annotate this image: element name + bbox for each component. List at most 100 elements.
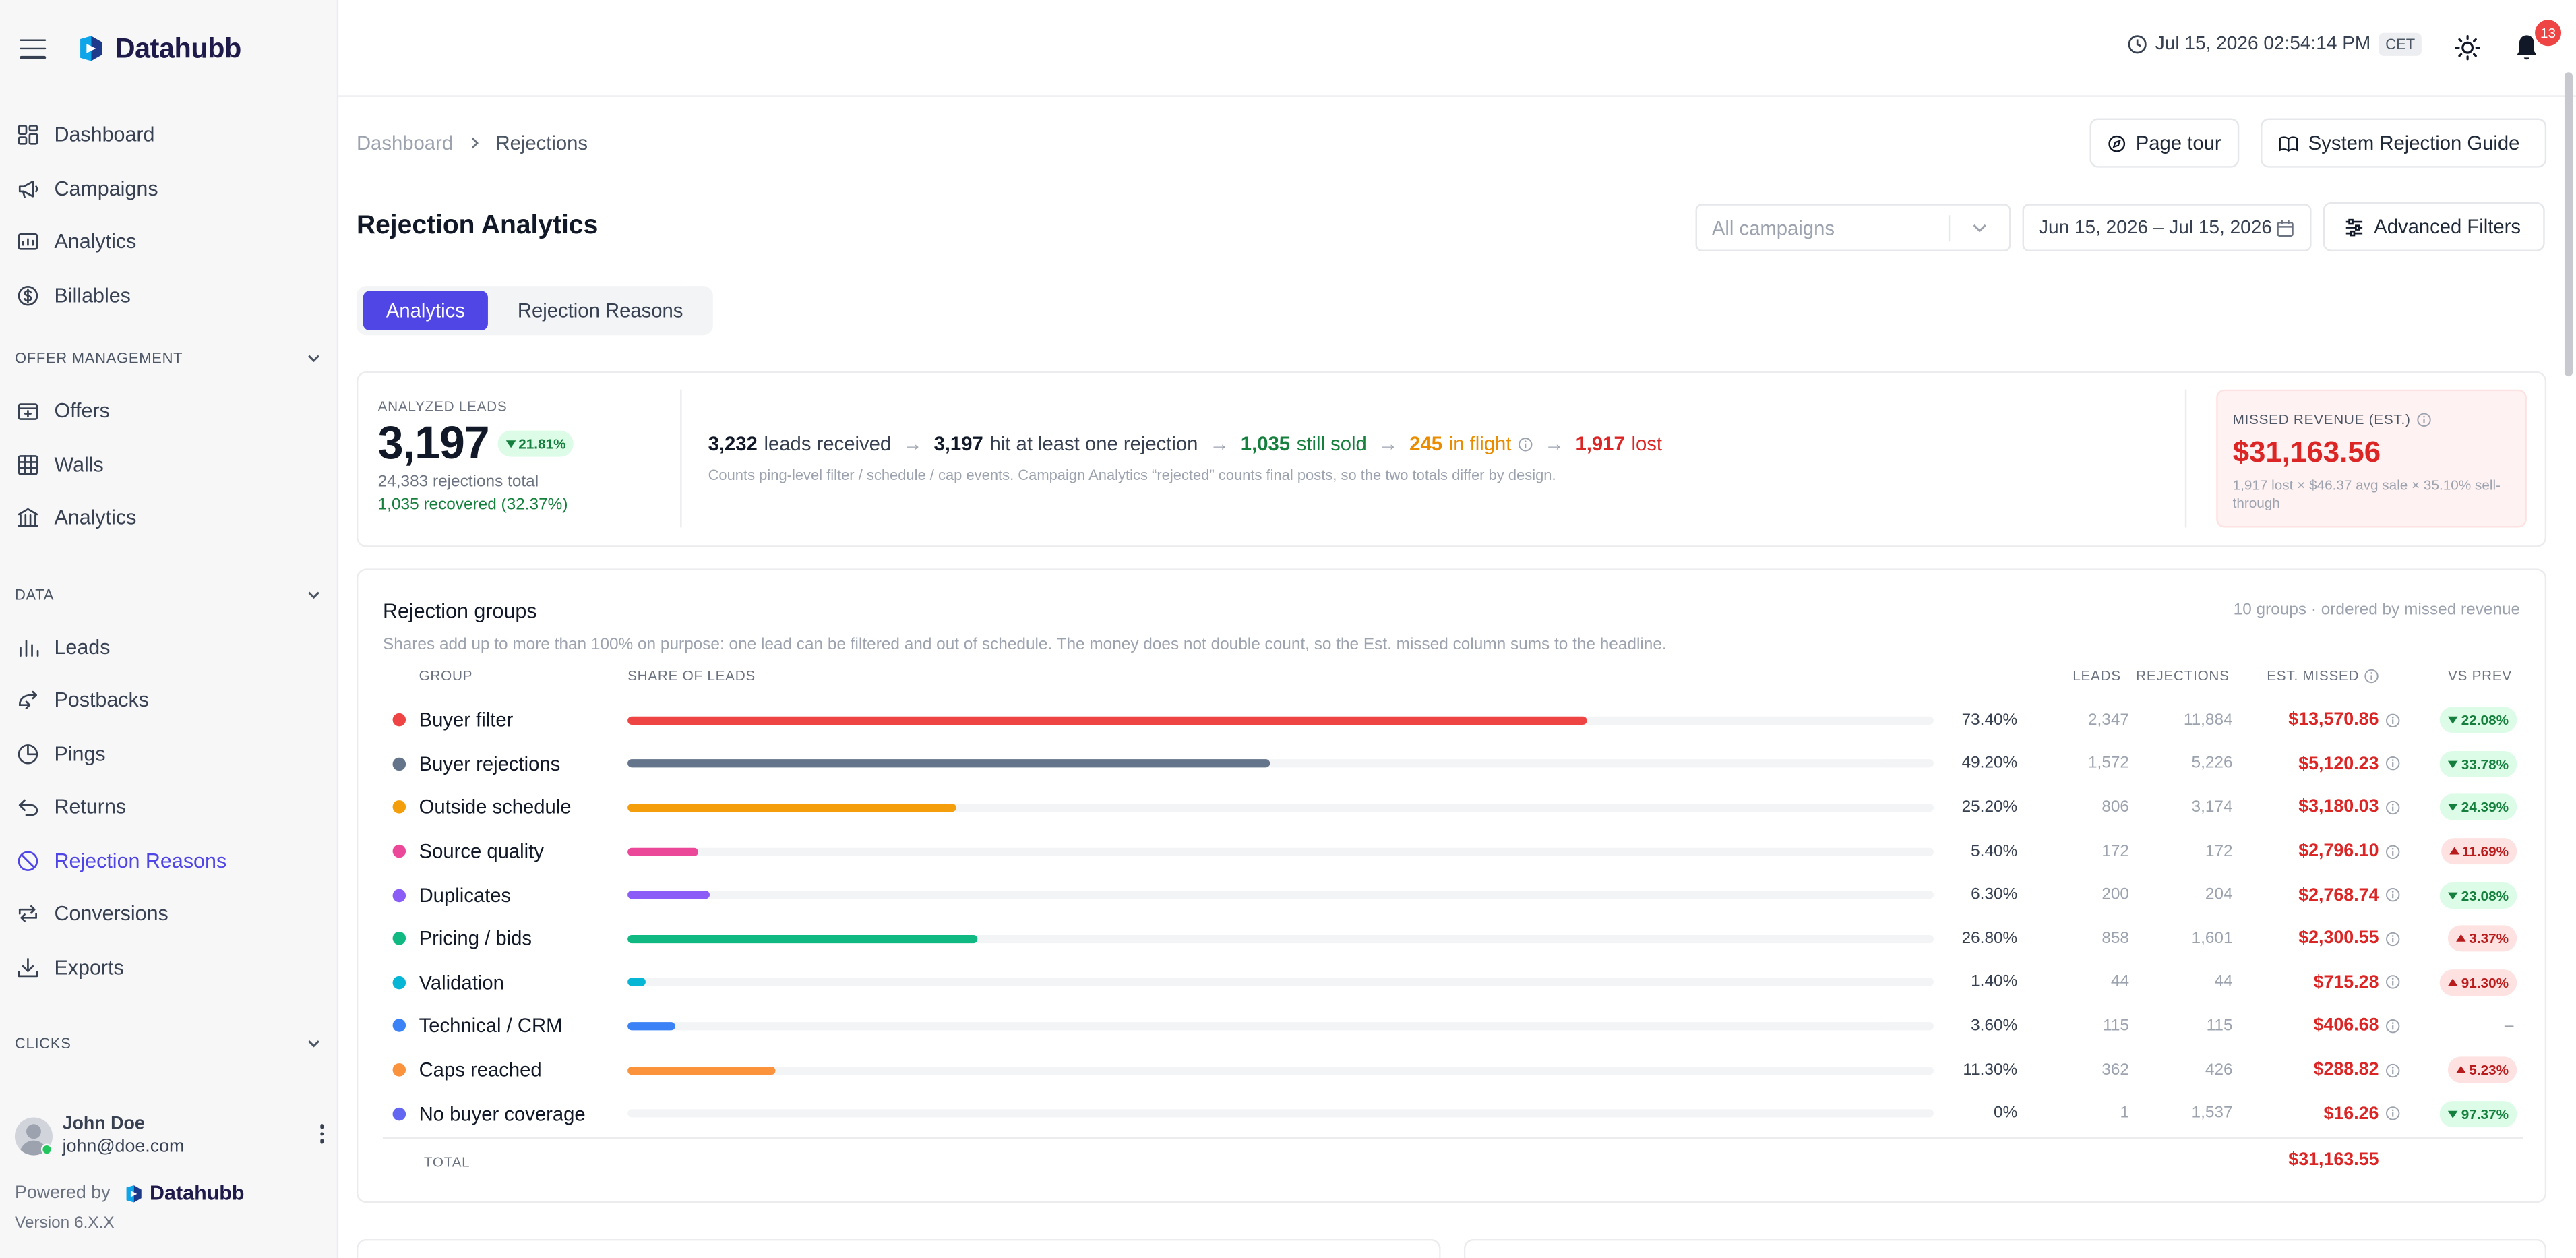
group-name: Outside schedule <box>419 796 572 819</box>
info-icon[interactable] <box>2385 931 2400 946</box>
sidebar-item-billables[interactable]: Billables <box>0 269 337 322</box>
theme-toggle-sun-icon[interactable] <box>2455 34 2481 61</box>
missed-revenue-card: MISSED REVENUE (EST.) $31,163.56 1,917 l… <box>2216 389 2527 528</box>
tab-rejection-reasons[interactable]: Rejection Reasons <box>495 291 706 330</box>
header-vs-prev[interactable]: VS PREV <box>2448 667 2512 684</box>
walls-icon <box>16 453 39 476</box>
date-range-picker[interactable]: Jun 15, 2026 – Jul 15, 2026 <box>2022 204 2312 251</box>
header-est-missed[interactable]: EST. MISSED <box>2267 667 2379 684</box>
info-icon[interactable] <box>2385 800 2400 815</box>
info-icon[interactable] <box>2417 412 2432 427</box>
more-options-icon[interactable] <box>319 1124 324 1143</box>
arrow-right-icon: → <box>1544 432 1564 456</box>
share-bar <box>627 759 1270 769</box>
table-row[interactable]: Technical / CRM 3.60% 115 115 $406.68 – <box>383 1005 2523 1048</box>
info-icon[interactable] <box>2385 844 2400 859</box>
user-profile[interactable]: John Doe john@doe.com <box>14 1114 324 1157</box>
rejections-value: 115 <box>2206 1017 2233 1036</box>
table-row[interactable]: No buyer coverage 0% 1 1,537 $16.26 97.37% <box>383 1091 2523 1135</box>
share-bar-track <box>627 1109 1934 1118</box>
table-row[interactable]: Buyer filter 73.40% 2,347 11,884 $13,570.86 2… <box>383 698 2523 742</box>
table-row[interactable]: Duplicates 6.30% 200 204 $2,768.74 23.08% <box>383 873 2523 917</box>
header-leads[interactable]: LEADS <box>2073 667 2121 684</box>
sidebar-item-offers[interactable]: Offers <box>0 384 337 438</box>
section-data[interactable]: DATA <box>0 574 337 614</box>
sidebar-item-label: Analytics <box>54 506 137 530</box>
share-bar <box>627 1021 675 1031</box>
sidebar-item-label: Pings <box>54 742 106 766</box>
triangle-up-icon <box>2455 934 2466 942</box>
rejections-value: 426 <box>2205 1060 2233 1079</box>
table-row[interactable]: Source quality 5.40% 172 172 $2,796.10 11.69% <box>383 829 2523 873</box>
sidebar-item-label: Rejection Reasons <box>54 849 227 872</box>
analytics-icon <box>16 231 39 253</box>
page-tour-button[interactable]: Page tour <box>2089 118 2240 168</box>
dashboard-icon <box>16 123 39 146</box>
section-label: OFFER MANAGEMENT <box>14 350 183 367</box>
sidebar-item-rejection-reasons[interactable]: Rejection Reasons <box>0 834 337 887</box>
scrollbar[interactable] <box>2564 72 2573 377</box>
group-name: Buyer filter <box>419 709 514 732</box>
share-bar <box>627 978 646 987</box>
menu-icon[interactable] <box>20 38 47 59</box>
sidebar-item-analytics[interactable]: Analytics <box>0 215 337 268</box>
sidebar-item-label: Walls <box>54 453 104 477</box>
date-range-value: Jun 15, 2026 – Jul 15, 2026 <box>2038 217 2272 238</box>
sidebar-item-walls[interactable]: Walls <box>0 438 337 491</box>
datahubb-logo-icon <box>80 36 102 61</box>
hit-count: 3,197 <box>933 432 983 456</box>
table-row[interactable]: Caps reached 11.30% 362 426 $288.82 5.23% <box>383 1048 2523 1092</box>
info-icon[interactable] <box>2385 713 2400 727</box>
tab-analytics[interactable]: Analytics <box>363 291 489 330</box>
sidebar-item-label: Billables <box>54 284 131 307</box>
share-value: 5.40% <box>1971 842 2018 861</box>
sidebar-item-label: Offers <box>54 399 110 423</box>
table-row[interactable]: Buyer rejections 49.20% 1,572 5,226 $5,120.2… <box>383 742 2523 786</box>
share-bar <box>627 847 698 856</box>
sidebar-item-leads[interactable]: Leads <box>0 620 337 673</box>
table-row[interactable]: Validation 1.40% 44 44 $715.28 91.30% <box>383 961 2523 1005</box>
info-icon[interactable] <box>2385 1062 2400 1077</box>
share-bar-track <box>627 716 1934 725</box>
share-bar-track <box>627 1021 1934 1031</box>
series-color-dot <box>392 1106 406 1120</box>
header-rejections[interactable]: REJECTIONS <box>2136 667 2230 684</box>
breadcrumb-dashboard[interactable]: Dashboard <box>357 131 453 154</box>
sidebar-item-dashboard[interactable]: Dashboard <box>0 109 337 162</box>
group-name: Duplicates <box>419 883 512 907</box>
group-name: Pricing / bids <box>419 927 532 951</box>
info-icon[interactable] <box>2385 1019 2400 1034</box>
sidebar-item-exports[interactable]: Exports <box>0 940 337 994</box>
sidebar-item-pings[interactable]: Pings <box>0 727 337 781</box>
section-clicks[interactable]: CLICKS <box>0 1024 337 1064</box>
share-value: 6.30% <box>1971 886 2018 904</box>
series-color-dot <box>392 844 406 858</box>
vs-prev-badge: 23.08% <box>2440 882 2517 909</box>
info-icon[interactable] <box>2385 1106 2400 1121</box>
system-rejection-guide-button[interactable]: System Rejection Guide <box>2261 118 2547 168</box>
sidebar-item-returns[interactable]: Returns <box>0 781 337 834</box>
book-icon <box>2279 136 2298 151</box>
section-offer-management[interactable]: OFFER MANAGEMENT <box>0 338 337 378</box>
campaign-select[interactable]: All campaigns <box>1695 204 2011 251</box>
triangle-down-icon <box>2448 1110 2458 1118</box>
vs-prev-value: 22.08% <box>2461 712 2509 729</box>
return-icon <box>16 796 39 818</box>
table-row[interactable]: Pricing / bids 26.80% 858 1,601 $2,300.55 3.3… <box>383 917 2523 961</box>
sidebar-item-analytics[interactable]: Analytics <box>0 491 337 545</box>
powered-by-brand: Datahubb <box>123 1182 245 1205</box>
share-bar <box>627 803 957 812</box>
info-icon[interactable] <box>1518 436 1533 451</box>
advanced-filters-button[interactable]: Advanced Filters <box>2323 202 2545 251</box>
info-icon[interactable] <box>2385 888 2400 903</box>
share-bar-track <box>627 891 1934 899</box>
series-color-dot <box>392 888 406 902</box>
brand-logo[interactable]: Datahubb <box>75 32 241 65</box>
info-icon[interactable] <box>2385 975 2400 990</box>
info-icon[interactable] <box>2385 756 2400 771</box>
sidebar-item-postbacks[interactable]: Postbacks <box>0 673 337 727</box>
sidebar-item-conversions[interactable]: Conversions <box>0 887 337 940</box>
vs-prev-badge: 97.37% <box>2440 1100 2517 1127</box>
sidebar-item-campaigns[interactable]: Campaigns <box>0 162 337 215</box>
table-row[interactable]: Outside schedule 25.20% 806 3,174 $3,180.03 2… <box>383 786 2523 830</box>
